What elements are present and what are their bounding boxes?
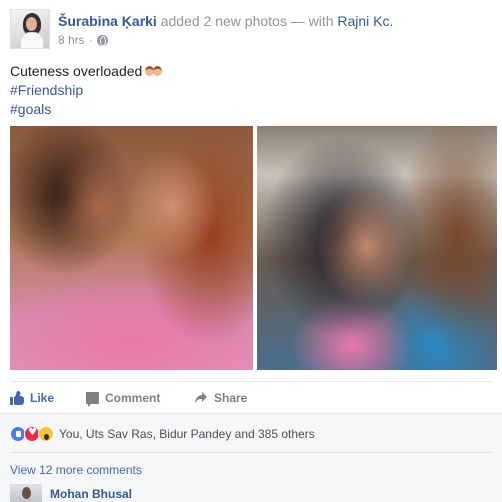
post-timestamp[interactable]: 8 hrs xyxy=(58,33,85,47)
thumbs-up-icon xyxy=(10,390,24,405)
comment-button[interactable]: Comment xyxy=(86,390,161,407)
post-action-text: added 2 new photos — with xyxy=(156,13,338,29)
share-label: Share xyxy=(214,391,248,405)
author-avatar[interactable] xyxy=(10,9,50,49)
share-button[interactable]: Share xyxy=(194,390,247,406)
reactions-summary[interactable]: You, Uts Sav Ras, Bidur Pandey and 385 o… xyxy=(10,426,315,442)
like-label: Like xyxy=(30,391,55,405)
commenter-avatar[interactable] xyxy=(10,484,42,502)
post-photo-1[interactable] xyxy=(10,126,253,370)
comment-bubble-icon xyxy=(86,392,99,407)
meta-separator: · xyxy=(88,33,93,47)
post-header: Šurabina Ķarki added 2 new photos — with… xyxy=(58,13,393,29)
share-arrow-icon xyxy=(195,392,207,404)
post-photo-2[interactable] xyxy=(257,126,497,370)
actions-divider xyxy=(10,381,492,382)
hashtag-goals[interactable]: #goals xyxy=(10,100,163,119)
comment-label: Comment xyxy=(105,391,161,405)
globe-icon[interactable] xyxy=(96,34,108,46)
post-caption: Cuteness overloaded xyxy=(10,63,143,79)
reactions-text[interactable]: You, Uts Sav Ras, Bidur Pandey and 385 o… xyxy=(59,427,315,441)
tagged-user-link[interactable]: Rajni Kc. xyxy=(337,13,393,29)
post-text-line: Cuteness overloaded xyxy=(10,62,163,81)
like-button[interactable]: Like xyxy=(10,390,54,406)
post-meta: 8 hrs · xyxy=(58,33,108,47)
two-women-emoji-icon xyxy=(145,63,163,78)
commenter-name-link[interactable]: Mohan Bhusal xyxy=(50,487,132,501)
comments-divider xyxy=(10,452,492,453)
post-text: Cuteness overloaded #Friendship #goals xyxy=(10,62,163,119)
view-more-comments-link[interactable]: View 12 more comments xyxy=(10,463,142,477)
author-name-link[interactable]: Šurabina Ķarki xyxy=(58,13,157,29)
wow-reaction-icon xyxy=(38,426,54,442)
hashtag-friendship[interactable]: #Friendship xyxy=(10,81,163,100)
facebook-post: Šurabina Ķarki added 2 new photos — with… xyxy=(0,0,502,502)
